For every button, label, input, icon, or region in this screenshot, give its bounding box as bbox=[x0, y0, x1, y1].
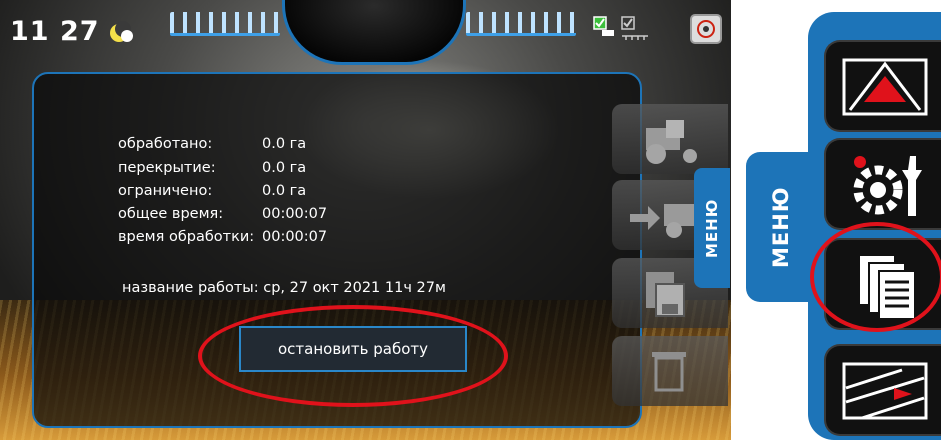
side-button-delete[interactable] bbox=[612, 336, 728, 406]
top-center-notch bbox=[282, 0, 466, 65]
stat-label: обработано: bbox=[118, 136, 213, 152]
menu-tab-label: МЕНЮ bbox=[703, 198, 721, 258]
stat-label: общее время: bbox=[118, 206, 224, 222]
status-bar: 11 27 bbox=[0, 0, 731, 65]
satellite-signal-right bbox=[466, 12, 576, 36]
stat-value: 0.0 га bbox=[262, 136, 307, 152]
stat-value: 0.0 га bbox=[262, 183, 307, 199]
menu-button-boundary[interactable] bbox=[824, 344, 941, 436]
day-night-icon[interactable] bbox=[108, 18, 134, 44]
satellite-signal-left bbox=[170, 12, 280, 36]
job-name: название работы: ср, 27 окт 2021 11ч 27м bbox=[122, 280, 446, 296]
guidance-road-icon bbox=[842, 58, 928, 116]
gps-icon bbox=[697, 20, 715, 38]
menu-button-documents[interactable] bbox=[824, 238, 941, 330]
gps-button[interactable] bbox=[690, 14, 722, 44]
stat-label: ограничено: bbox=[118, 183, 213, 199]
clock: 11 27 bbox=[10, 16, 100, 47]
documents-icon bbox=[860, 256, 914, 318]
stat-value: 0.0 га bbox=[262, 160, 307, 176]
job-summary-panel: обработано: 0.0 га перекрытие: 0.0 га ог… bbox=[32, 72, 642, 428]
terminal-screen: 11 27 обработано: 0.0 га перекрытие: 0.0… bbox=[0, 0, 731, 440]
menu-side-label: МЕНЮ bbox=[769, 186, 793, 268]
main-menu-panel: МЕНЮ bbox=[746, 12, 941, 440]
menu-button-settings[interactable] bbox=[824, 138, 941, 230]
section-status-icon bbox=[593, 16, 648, 40]
side-button-tractor-work[interactable] bbox=[612, 104, 728, 174]
settings-gear-wrench-icon bbox=[853, 156, 922, 216]
stat-value: 00:00:07 bbox=[262, 229, 328, 245]
tractor-icon bbox=[646, 120, 697, 164]
stop-job-button[interactable]: остановить работу bbox=[239, 326, 467, 372]
menu-button-guidance[interactable] bbox=[824, 40, 941, 132]
menu-tab[interactable]: МЕНЮ bbox=[694, 168, 730, 288]
boundary-map-icon bbox=[842, 362, 928, 420]
stat-label: время обработки: bbox=[118, 229, 255, 245]
stat-value: 00:00:07 bbox=[262, 206, 328, 222]
stat-label: перекрытие: bbox=[118, 160, 216, 176]
trash-icon bbox=[652, 352, 686, 392]
